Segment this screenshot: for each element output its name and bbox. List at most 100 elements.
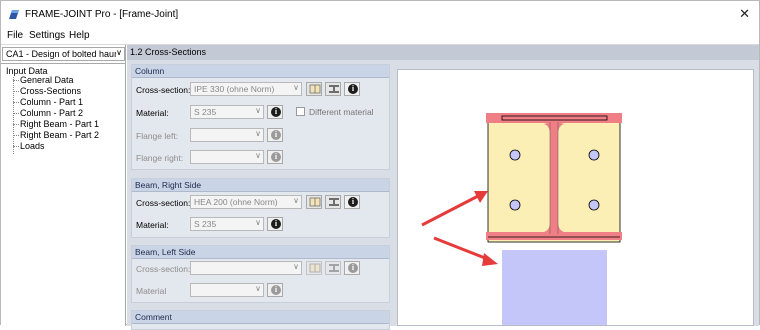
- info-icon: i: [271, 285, 281, 295]
- panel-title: 1.2 Cross-Sections: [130, 47, 207, 57]
- menu-bar: File Settings Help: [1, 27, 759, 44]
- info-button[interactable]: i: [267, 283, 283, 297]
- cross-section-form: Column Cross-section: IPE 330 (ohne Norm…: [131, 64, 390, 330]
- library-button[interactable]: [306, 261, 322, 275]
- edit-section-button[interactable]: [325, 261, 341, 275]
- chevron-down-icon: ∨: [255, 106, 261, 115]
- tree-item-cross-sections[interactable]: Cross-Sections: [13, 86, 81, 96]
- info-button[interactable]: i: [267, 150, 283, 164]
- beam-left-material-label: Material: [136, 286, 167, 296]
- bolt-bottom-right: [588, 199, 600, 211]
- menu-file[interactable]: File: [7, 30, 23, 41]
- beam-right-material-dropdown[interactable]: S 235 ∨: [190, 217, 264, 231]
- flange-left-dropdown[interactable]: ∨: [190, 128, 264, 142]
- joint-drawing: [421, 113, 622, 330]
- tree-item-loads[interactable]: Loads: [13, 141, 45, 151]
- beam-right-cross-section-label: Cross-section:: [136, 198, 191, 208]
- load-case-dropdown[interactable]: CA1 - Design of bolted haunche ∨: [2, 47, 125, 61]
- chevron-down-icon[interactable]: ∨: [116, 48, 122, 57]
- annotation-arrow-head: [482, 253, 498, 266]
- column-group-header: Column: [132, 65, 389, 78]
- bolt-top-left: [509, 149, 521, 161]
- main-panel: 1.2 Cross-Sections Column Cross-section:…: [127, 45, 759, 330]
- library-button[interactable]: [306, 82, 322, 96]
- close-icon[interactable]: ✕: [739, 6, 750, 22]
- left-beam-section: [502, 250, 607, 330]
- beam-left-group-title: Beam, Left Side: [135, 247, 196, 257]
- joint-graphic-canvas[interactable]: [397, 69, 754, 330]
- top-flange: [486, 113, 622, 123]
- beam-left-material-dropdown[interactable]: ∨: [190, 283, 264, 297]
- info-icon: i: [271, 152, 281, 162]
- beam-left-group: Beam, Left Side Cross-section: ∨ i Mater…: [131, 245, 390, 303]
- chevron-down-icon: ∨: [293, 262, 299, 271]
- beam-right-cross-section-value: HEA 200 (ohne Norm): [194, 197, 278, 207]
- beam-right-group: Beam, Right Side Cross-section: HEA 200 …: [131, 178, 390, 238]
- edit-section-button[interactable]: [325, 195, 341, 209]
- annotation-arrow-shaft: [421, 193, 481, 227]
- column-cross-section-value: IPE 330 (ohne Norm): [194, 84, 275, 94]
- chevron-down-icon: ∨: [255, 151, 261, 160]
- flange-right-label: Flange right:: [136, 153, 184, 163]
- menu-settings[interactable]: Settings: [29, 30, 65, 41]
- comment-group: Comment: [131, 310, 390, 330]
- column-group: Column Cross-section: IPE 330 (ohne Norm…: [131, 64, 390, 170]
- different-material-checkbox[interactable]: [296, 107, 305, 116]
- beam-right-cross-section-dropdown[interactable]: HEA 200 (ohne Norm) ∨: [190, 195, 302, 209]
- different-material-label: Different material: [309, 107, 374, 117]
- flange-left-label: Flange left:: [136, 131, 179, 141]
- annotation-arrow-shaft: [433, 236, 491, 262]
- chevron-down-icon: ∨: [293, 83, 299, 92]
- chevron-down-icon: ∨: [293, 196, 299, 205]
- info-button[interactable]: i: [267, 217, 283, 231]
- window-title: FRAME-JOINT Pro - [Frame-Joint]: [25, 9, 179, 20]
- beam-left-cross-section-label: Cross-section:: [136, 264, 191, 274]
- column-material-value: S 235: [194, 107, 217, 117]
- panel-header: 1.2 Cross-Sections: [127, 45, 759, 60]
- bolt-top-right: [588, 149, 600, 161]
- app-icon: [9, 10, 19, 19]
- info-icon: i: [348, 84, 358, 94]
- info-button[interactable]: i: [344, 82, 360, 96]
- tree-item-right-beam-part-1[interactable]: Right Beam - Part 1: [13, 119, 99, 129]
- info-icon: i: [271, 130, 281, 140]
- flange-right-dropdown[interactable]: ∨: [190, 150, 264, 164]
- library-icon: [309, 84, 321, 94]
- column-cross-section-dropdown[interactable]: IPE 330 (ohne Norm) ∨: [190, 82, 302, 96]
- column-group-title: Column: [135, 66, 165, 76]
- edit-section-button[interactable]: [325, 82, 341, 96]
- beam-right-group-title: Beam, Right Side: [135, 180, 202, 190]
- tree-item-right-beam-part-2[interactable]: Right Beam - Part 2: [13, 130, 99, 140]
- beam-left-cross-section-dropdown[interactable]: ∨: [190, 261, 302, 275]
- tree-item-column-part-1[interactable]: Column - Part 1: [13, 97, 83, 107]
- section-edit-icon: [329, 198, 339, 206]
- library-icon: [309, 197, 321, 207]
- beam-right-material-value: S 235: [194, 219, 217, 229]
- info-button[interactable]: i: [344, 261, 360, 275]
- tree-item-column-part-2[interactable]: Column - Part 2: [13, 108, 83, 118]
- info-icon: i: [348, 263, 358, 273]
- info-button[interactable]: i: [267, 105, 283, 119]
- section-edit-icon: [329, 85, 339, 93]
- web: [550, 122, 558, 234]
- comment-group-header: Comment: [132, 311, 389, 324]
- info-icon: i: [271, 219, 281, 229]
- navigator-tree: Input Data General Data Cross-Sections C…: [1, 63, 125, 326]
- library-button[interactable]: [306, 195, 322, 209]
- navigator-panel: CA1 - Design of bolted haunche ∨ Input D…: [1, 45, 126, 326]
- bolt-bottom-left: [509, 199, 521, 211]
- info-icon: i: [348, 197, 358, 207]
- beam-left-group-header: Beam, Left Side: [132, 246, 389, 259]
- info-button[interactable]: i: [267, 128, 283, 142]
- tree-item-general-data[interactable]: General Data: [13, 75, 74, 85]
- library-icon: [309, 263, 321, 273]
- chevron-down-icon: ∨: [255, 284, 261, 293]
- column-material-label: Material:: [136, 108, 169, 118]
- comment-group-title: Comment: [135, 312, 172, 322]
- app-window: FRAME-JOINT Pro - [Frame-Joint] ✕ File S…: [0, 0, 760, 330]
- chevron-down-icon: ∨: [255, 218, 261, 227]
- menu-help[interactable]: Help: [69, 30, 90, 41]
- info-button[interactable]: i: [344, 195, 360, 209]
- column-material-dropdown[interactable]: S 235 ∨: [190, 105, 264, 119]
- beam-right-material-label: Material:: [136, 220, 169, 230]
